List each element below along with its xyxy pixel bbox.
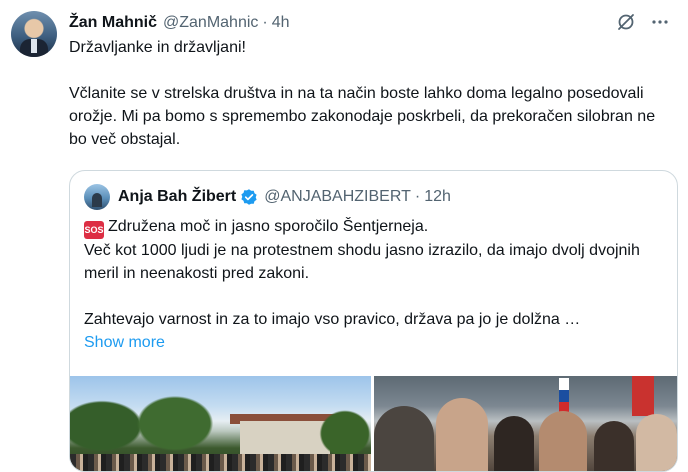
tweet-time[interactable]: 4h <box>272 14 290 32</box>
quoted-author-handle[interactable]: @ANJABAHZIBERT <box>264 188 411 206</box>
quoted-separator-dot: · <box>414 188 421 205</box>
author-name[interactable]: Žan Mahnič <box>69 14 157 32</box>
sos-icon: SOS <box>84 221 104 239</box>
quoted-line-2: Več kot 1000 ljudi je na protestnem shod… <box>84 242 640 282</box>
show-more-link[interactable]: Show more <box>84 334 165 351</box>
quoted-tweet[interactable]: Anja Bah Žibert @ANJABAHZIBERT · 12h SOS… <box>69 170 678 472</box>
quoted-line-1: SOS Združena moč in jasno sporočilo Šentj… <box>84 215 664 239</box>
quoted-line-3: Zahtevajo varnost in za to imajo vso pra… <box>84 311 581 328</box>
quoted-line-1-text: Združena moč in jasno sporočilo Šentjern… <box>108 218 429 235</box>
quoted-avatar[interactable] <box>84 184 110 210</box>
quoted-media <box>70 376 677 471</box>
tweet-line-greeting: Državljanke in državljani! <box>69 39 246 56</box>
author-avatar[interactable] <box>11 11 57 57</box>
quoted-author-name[interactable]: Anja Bah Žibert <box>118 188 236 206</box>
grok-icon[interactable] <box>616 12 636 32</box>
quoted-header: Anja Bah Žibert @ANJABAHZIBERT · 12h <box>84 184 451 210</box>
tweet-header: Žan Mahnič @ZanMahnic · 4h <box>69 12 290 34</box>
quoted-time[interactable]: 12h <box>424 188 451 206</box>
avatar-shirt <box>31 39 37 53</box>
media-photo-crowd[interactable] <box>374 376 677 471</box>
author-handle[interactable]: @ZanMahnic <box>163 14 258 32</box>
tweet-text: Državljanke in državljani! Včlanite se v… <box>69 36 669 151</box>
tweet-line-body: Včlanite se v strelska društva in na ta … <box>69 85 656 148</box>
separator-dot: · <box>262 14 268 31</box>
tweet-actions <box>616 12 670 32</box>
more-icon[interactable] <box>650 12 670 32</box>
quoted-text: SOS Združena moč in jasno sporočilo Šentj… <box>84 215 664 354</box>
verified-icon <box>241 189 257 205</box>
media-photo-town-square[interactable] <box>70 376 375 471</box>
